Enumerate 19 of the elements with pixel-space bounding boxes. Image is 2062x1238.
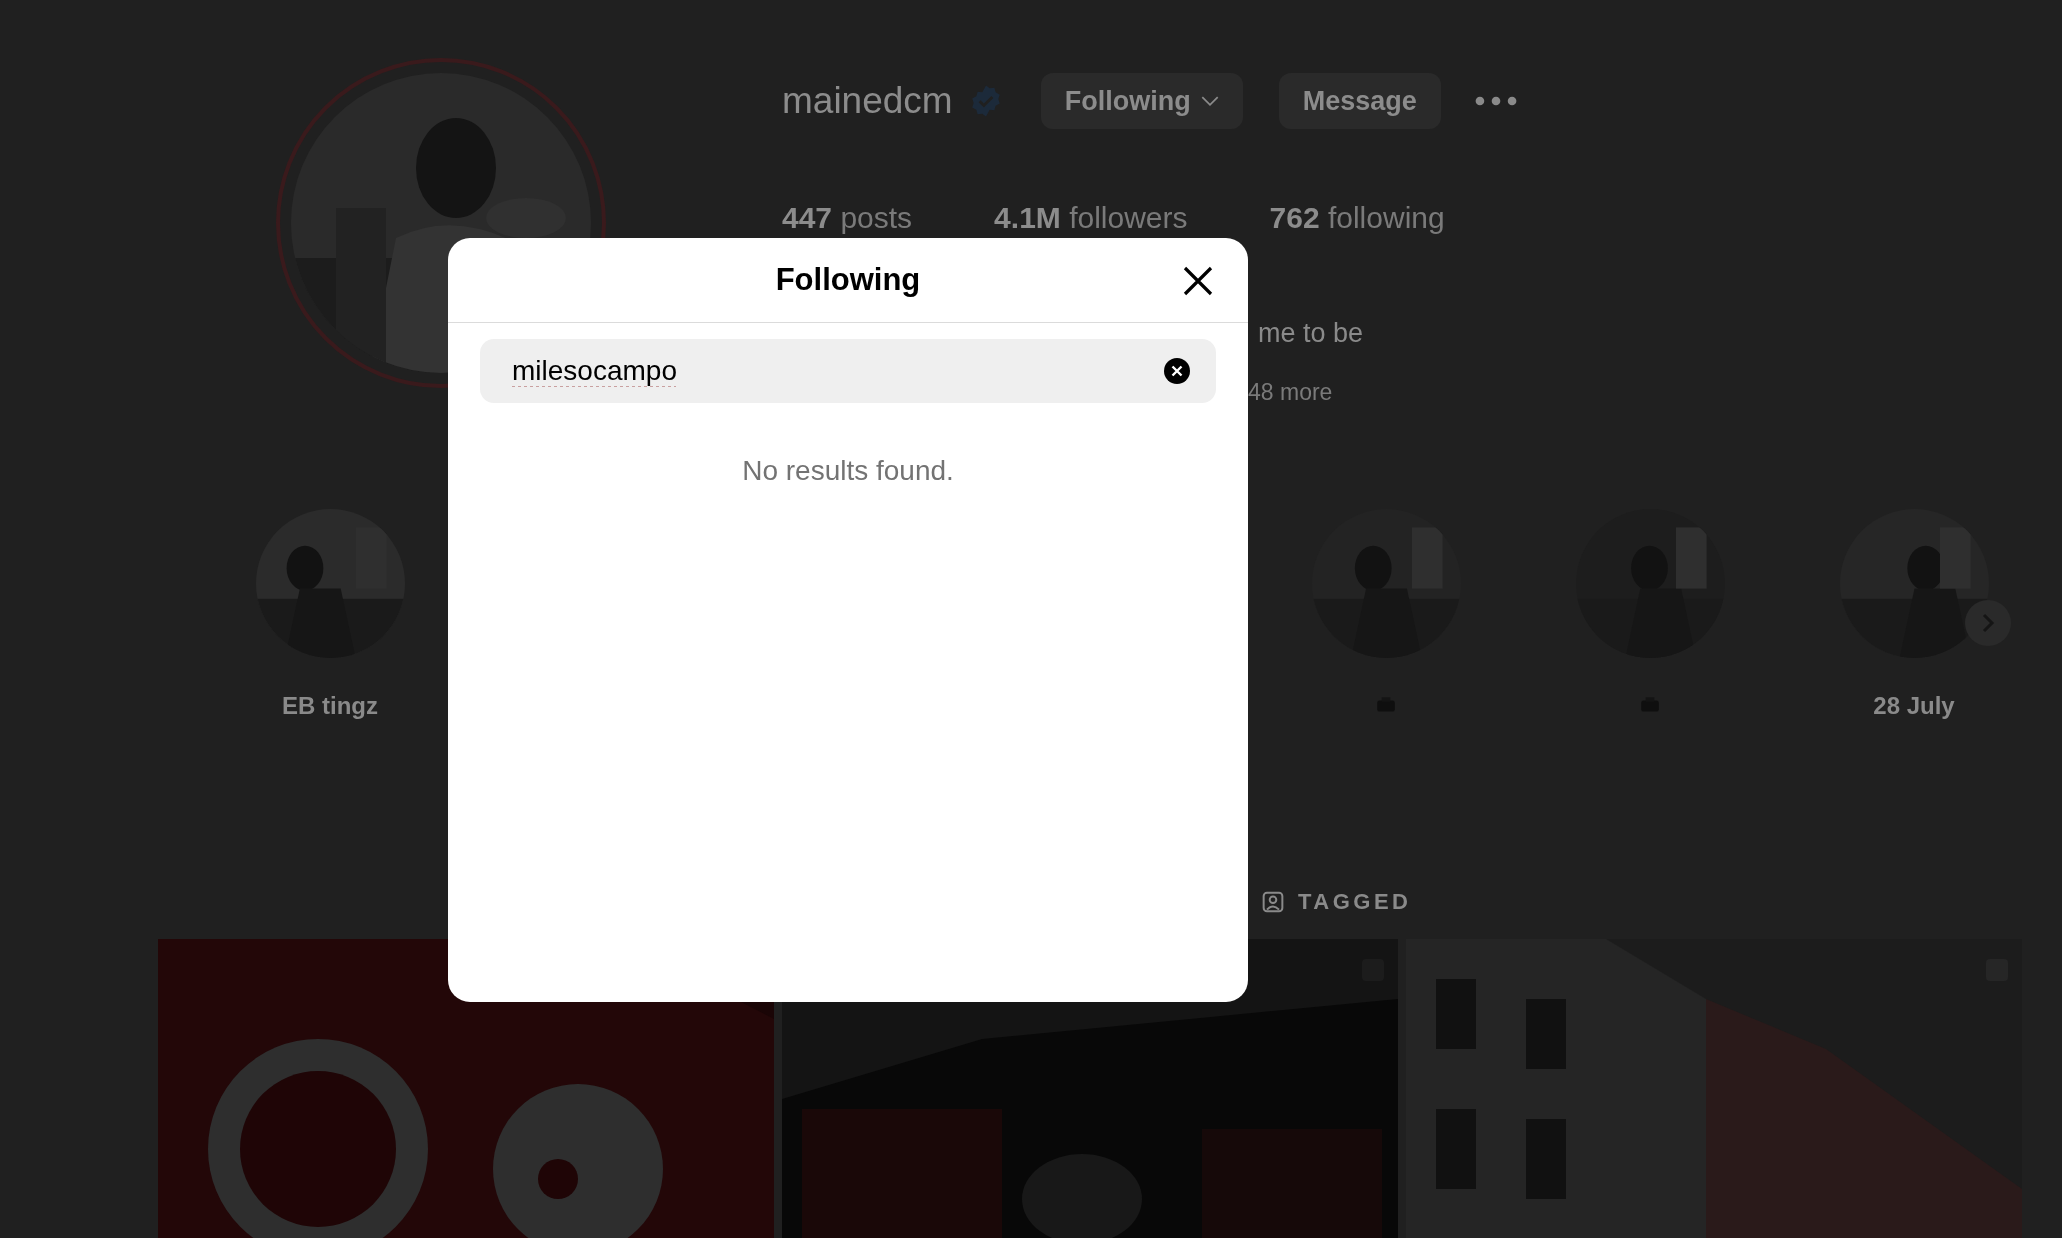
profile-stat[interactable]: 447 posts bbox=[782, 201, 913, 235]
empty-message: No results found. bbox=[741, 455, 955, 487]
search-field[interactable]: milesocampo bbox=[480, 339, 1216, 403]
clear-icon[interactable] bbox=[1164, 358, 1190, 384]
username: mainedcm bbox=[782, 80, 953, 122]
close-icon[interactable] bbox=[1182, 265, 1214, 297]
message-button[interactable]: Message bbox=[1278, 73, 1441, 129]
highlight-label: EB tingz bbox=[282, 692, 378, 720]
tag-icon bbox=[1262, 891, 1284, 913]
dialog-title: Following bbox=[775, 262, 921, 298]
bio-text: me to be bbox=[1258, 318, 1365, 349]
chevron-down-icon bbox=[1200, 95, 1219, 107]
tagged-tab[interactable]: TAGGED bbox=[1298, 889, 1412, 915]
more-options-icon[interactable] bbox=[1474, 96, 1517, 106]
profile-stat[interactable]: 762 following bbox=[1269, 201, 1445, 235]
highlight-label: 28 July bbox=[1873, 692, 1955, 720]
profile-stat[interactable]: 4.1M followers bbox=[994, 201, 1188, 235]
following-dropdown[interactable]: Following bbox=[1040, 73, 1243, 129]
followed-by-text[interactable]: 48 more bbox=[1248, 379, 1517, 406]
